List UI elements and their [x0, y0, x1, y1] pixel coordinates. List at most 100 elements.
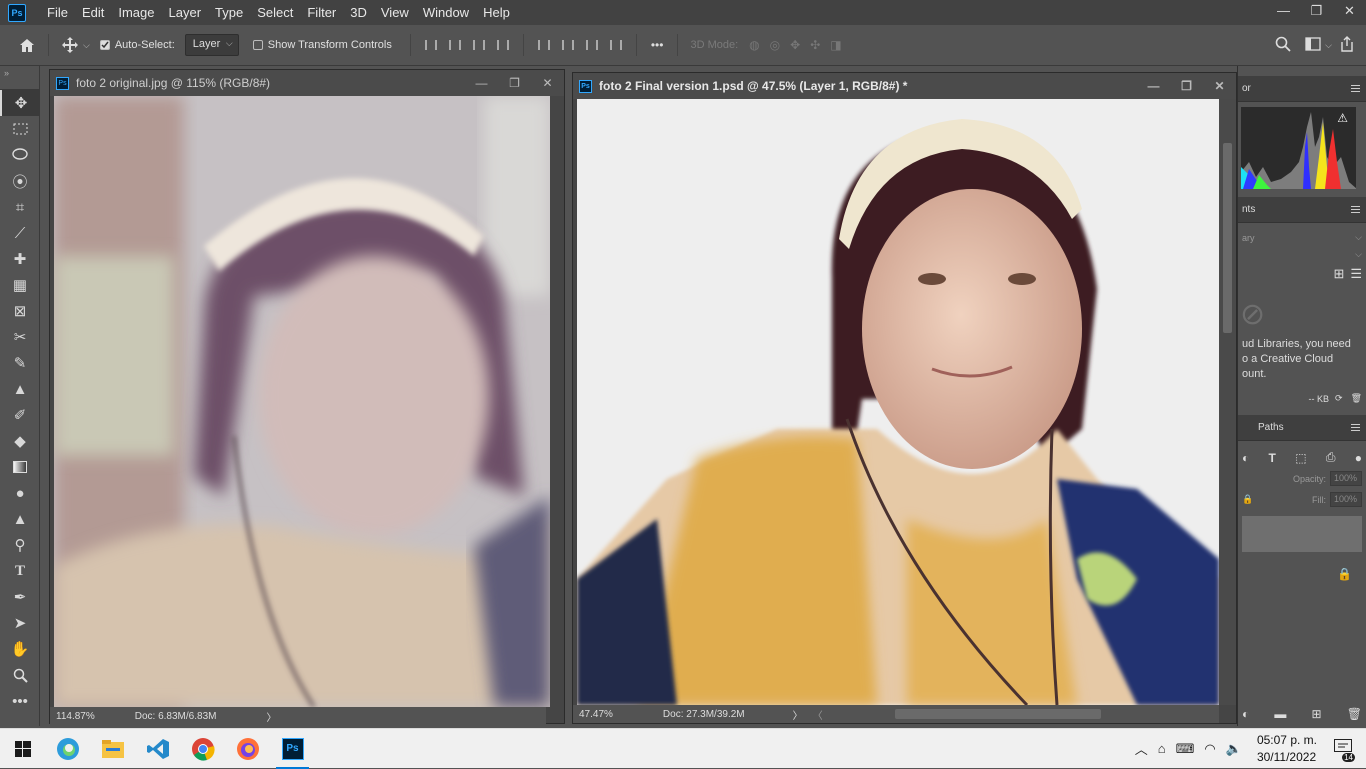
layer-row-selected[interactable] — [1242, 516, 1362, 552]
folder-icon[interactable]: ▬ — [1274, 707, 1286, 721]
dodge-tool-icon[interactable]: ⚲ — [0, 532, 40, 558]
menu-select[interactable]: Select — [250, 0, 300, 25]
crop-tool-icon[interactable]: ⌗ — [0, 194, 40, 220]
grid-view-icon[interactable]: ⊞ — [1333, 266, 1344, 282]
eraser-tool-icon[interactable]: ◆ — [0, 428, 40, 454]
patch-tool-icon[interactable]: ▦ — [0, 272, 40, 298]
quick-selection-tool-icon[interactable]: ⦿ — [0, 168, 40, 194]
scrollbar-thumb[interactable] — [1223, 143, 1232, 333]
panel-menu-icon[interactable] — [1351, 206, 1360, 213]
type-filter-icon[interactable]: T — [1269, 451, 1276, 465]
vertical-scrollbar[interactable] — [1219, 99, 1236, 705]
wifi-icon[interactable]: ◠ — [1204, 741, 1215, 757]
sharpen-tool-icon[interactable]: ▲ — [0, 506, 40, 532]
pen-tool-icon[interactable]: ✒ — [0, 584, 40, 610]
document-size[interactable]: Doc: 6.83M/6.83M — [135, 711, 217, 722]
menu-image[interactable]: Image — [111, 0, 161, 25]
brush-tool-icon[interactable]: ✎ — [0, 350, 40, 376]
align-vertical-center-icon[interactable] — [556, 35, 580, 55]
chevron-right-icon[interactable]: 〉 — [793, 707, 803, 722]
list-view-icon[interactable]: ☰ — [1350, 266, 1362, 282]
home-icon[interactable] — [14, 32, 40, 58]
library-dropdown[interactable]: ary ⌵ — [1238, 229, 1366, 246]
marquee-tool-icon[interactable] — [0, 116, 40, 142]
document-size[interactable]: Doc: 27.3M/39.2M — [663, 709, 745, 720]
show-transform-checkbox[interactable] — [252, 40, 263, 50]
menu-view[interactable]: View — [374, 0, 416, 25]
distribute-vertical-icon[interactable] — [604, 35, 628, 55]
gradient-tool-icon[interactable] — [0, 454, 40, 480]
photoshop-taskbar-icon[interactable]: Ps — [270, 729, 315, 769]
smart-object-filter-icon[interactable]: ⎙ — [1326, 450, 1336, 465]
minimize-button[interactable]: — — [1267, 0, 1300, 25]
lasso-tool-icon[interactable] — [0, 142, 40, 168]
layer-row[interactable]: 🔒 — [1242, 556, 1362, 592]
cloud-sync-icon[interactable]: ⟳ — [1335, 393, 1343, 404]
align-left-icon[interactable] — [419, 35, 443, 55]
path-selection-tool-icon[interactable]: ➤ — [0, 610, 40, 636]
restore-button[interactable]: ❐ — [498, 76, 531, 90]
auto-select-checkbox[interactable] — [99, 40, 110, 50]
menu-layer[interactable]: Layer — [162, 0, 209, 25]
adjustments-panel-tab[interactable]: nts — [1238, 197, 1366, 223]
distribute-icon[interactable] — [491, 35, 515, 55]
healing-brush-tool-icon[interactable]: ✚ — [0, 246, 40, 272]
minimize-button[interactable]: — — [465, 76, 498, 90]
history-brush-tool-icon[interactable]: ✐ — [0, 402, 40, 428]
notification-center-icon[interactable]: 14 — [1334, 739, 1355, 762]
close-button[interactable]: ✕ — [1333, 0, 1366, 25]
align-bottom-icon[interactable] — [580, 35, 604, 55]
meet-now-icon[interactable]: ⌂ — [1158, 741, 1166, 756]
filter-toggle-icon[interactable]: ● — [1355, 451, 1362, 465]
volume-icon[interactable]: 🔈 — [1226, 741, 1242, 757]
share-icon[interactable] — [1340, 35, 1354, 55]
chevron-right-icon[interactable]: 〉 — [266, 709, 276, 724]
eyedropper-tool-icon[interactable]: ⟋ — [0, 220, 40, 246]
clone-stamp-tool-icon[interactable]: ▲ — [0, 376, 40, 402]
document-title-bar[interactable]: Ps foto 2 Final version 1.psd @ 47.5% (L… — [573, 73, 1236, 99]
close-button[interactable]: ✕ — [531, 76, 564, 90]
edit-toolbar-icon[interactable]: ••• — [0, 688, 40, 714]
frame-tool-icon[interactable]: ⊠ — [0, 298, 40, 324]
close-button[interactable]: ✕ — [1203, 79, 1236, 93]
content-aware-move-icon[interactable]: ✂ — [0, 324, 40, 350]
restore-button[interactable]: ❐ — [1300, 0, 1333, 25]
opacity-input[interactable]: 100% — [1330, 471, 1362, 486]
clock[interactable]: 05:07 p. m. 30/11/2022 — [1257, 732, 1317, 766]
zoom-tool-icon[interactable] — [0, 662, 40, 688]
vscode-icon[interactable] — [135, 729, 180, 769]
photoshop-logo-icon[interactable]: Ps — [8, 3, 26, 22]
new-layer-icon[interactable]: ⊞ — [1312, 707, 1322, 721]
type-tool-icon[interactable]: T — [0, 558, 40, 584]
input-icon[interactable]: ⌨ — [1176, 741, 1195, 757]
adjustment-filter-icon[interactable]: ◐ — [1242, 451, 1249, 465]
move-tool-icon[interactable] — [57, 32, 83, 58]
menu-filter[interactable]: Filter — [300, 0, 343, 25]
menu-3d[interactable]: 3D — [343, 0, 374, 25]
library-filter-dropdown[interactable]: ⌵ — [1238, 246, 1366, 263]
panel-menu-icon[interactable] — [1351, 424, 1360, 431]
chevron-up-icon[interactable]: ︿ — [1135, 739, 1148, 758]
warning-icon[interactable]: ⚠ — [1337, 111, 1348, 125]
zoom-level[interactable]: 47.47% — [579, 709, 613, 720]
chevron-left-icon[interactable]: 〈 — [813, 707, 823, 722]
menu-window[interactable]: Window — [416, 0, 476, 25]
trash-icon[interactable]: 🗑 — [1347, 707, 1362, 721]
blur-tool-icon[interactable]: ● — [0, 480, 40, 506]
adjustment-layer-icon[interactable]: ◐ — [1242, 707, 1249, 721]
paths-panel-tab[interactable]: Paths — [1238, 415, 1366, 441]
menu-edit[interactable]: Edit — [75, 0, 111, 25]
shape-filter-icon[interactable]: ⬚ — [1295, 451, 1306, 465]
workspace-icon[interactable] — [1305, 36, 1321, 54]
chevron-down-icon[interactable]: ⌵ — [83, 40, 90, 51]
minimize-button[interactable]: — — [1137, 79, 1170, 93]
document-canvas[interactable] — [54, 96, 550, 707]
hand-tool-icon[interactable]: ✋ — [0, 636, 40, 662]
chevron-down-icon[interactable]: ⌵ — [1325, 40, 1332, 51]
menu-type[interactable]: Type — [208, 0, 250, 25]
windows-start-icon[interactable] — [0, 729, 45, 769]
document-canvas[interactable] — [577, 99, 1219, 705]
firefox-icon[interactable] — [225, 729, 270, 769]
lock-icon[interactable]: 🔒 — [1242, 494, 1253, 505]
histogram-panel-tab[interactable]: or — [1238, 76, 1366, 102]
